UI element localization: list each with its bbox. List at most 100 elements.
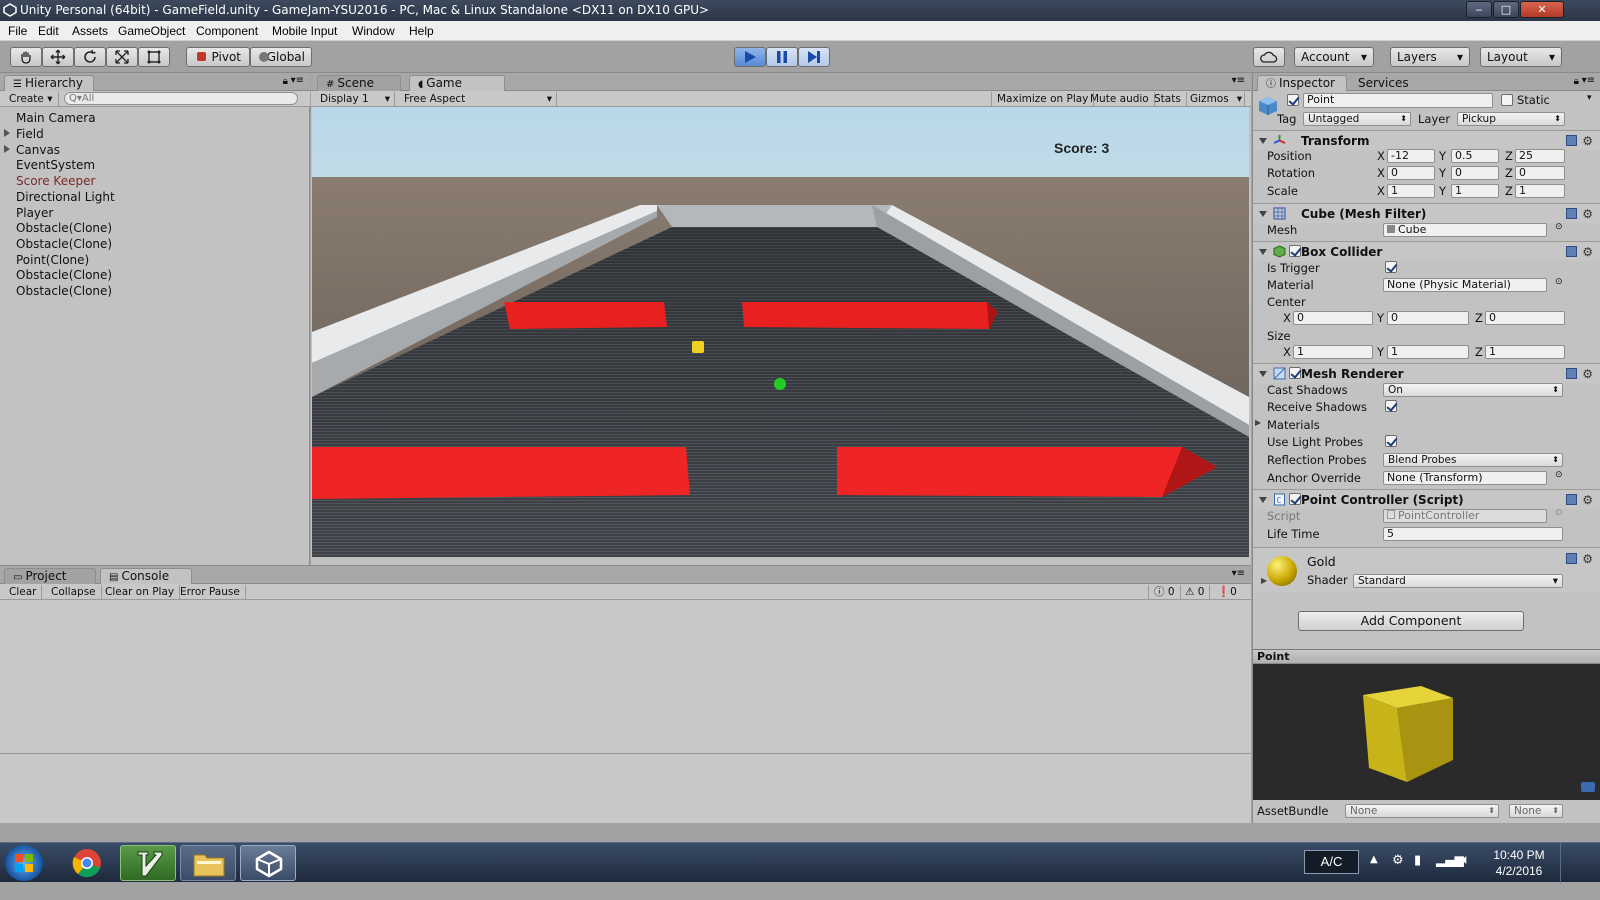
layers-dropdown[interactable]: Layers ▾ (1390, 47, 1470, 67)
help-book-icon[interactable] (1566, 368, 1577, 379)
gear-icon[interactable]: ⚙ (1582, 134, 1593, 148)
menu-window[interactable]: Window (352, 24, 395, 38)
layout-dropdown[interactable]: Layout ▾ (1480, 47, 1562, 67)
hierarchy-item-field[interactable]: Field (16, 127, 44, 141)
hierarchy-item-score-keeper[interactable]: Score Keeper (16, 174, 95, 188)
position-y-field[interactable]: 0.5 (1451, 149, 1499, 163)
power-icon[interactable]: ▮ (1414, 853, 1421, 868)
tab-inspector[interactable]: ⓘ Inspector (1257, 75, 1347, 91)
minimize-button[interactable]: ‒ (1466, 1, 1492, 18)
menu-help[interactable]: Help (409, 24, 434, 38)
hierarchy-item-point[interactable]: Point(Clone) (16, 253, 89, 267)
taskbar-chrome[interactable] (60, 845, 116, 881)
show-hidden-icons[interactable]: ▲ (1370, 854, 1378, 865)
gear-icon[interactable]: ⚙ (1582, 245, 1593, 259)
box-collider-enabled-checkbox[interactable] (1289, 245, 1301, 257)
cast-shadows-dropdown[interactable]: On ⬍ (1383, 383, 1563, 397)
maximize-on-play-toggle[interactable]: Maximize on Play (991, 92, 1095, 106)
is-trigger-checkbox[interactable] (1385, 261, 1397, 273)
center-y-field[interactable]: 0 (1387, 311, 1469, 325)
tab-hierarchy[interactable]: ☰ Hierarchy (4, 75, 94, 91)
transform-header[interactable]: Transform ⚙ (1253, 130, 1600, 150)
game-viewport[interactable]: Score: 3 (312, 107, 1249, 557)
play-button[interactable] (734, 47, 766, 67)
object-picker-icon[interactable]: ⊙ (1555, 222, 1563, 232)
object-picker-icon[interactable]: ⊙ (1555, 470, 1563, 480)
gear-icon[interactable]: ⚙ (1582, 552, 1593, 566)
rotation-x-field[interactable]: 0 (1387, 166, 1435, 180)
hierarchy-item-canvas[interactable]: Canvas (16, 143, 60, 157)
error-filter-toggle[interactable]: ❗0 (1212, 585, 1242, 599)
start-button[interactable] (5, 845, 43, 881)
rotation-z-field[interactable]: 0 (1515, 166, 1565, 180)
mesh-field[interactable]: Cube (1383, 223, 1547, 237)
scale-x-field[interactable]: 1 (1387, 184, 1435, 198)
help-book-icon[interactable] (1566, 553, 1577, 564)
life-time-field[interactable]: 5 (1383, 527, 1563, 541)
clear-on-play-toggle[interactable]: Clear on Play (100, 585, 181, 599)
help-book-icon[interactable] (1566, 494, 1577, 505)
collapse-triangle-icon[interactable] (1259, 249, 1267, 255)
chevron-down-icon[interactable]: ▾ (1587, 93, 1592, 103)
console-log-area[interactable] (0, 600, 1251, 754)
menu-mobile-input[interactable]: Mobile Input (272, 24, 337, 38)
expand-arrow-icon[interactable]: ▶ (1261, 576, 1267, 585)
point-controller-header[interactable]: C Point Controller (Script) ⚙ (1253, 489, 1600, 509)
mesh-filter-header[interactable]: Cube (Mesh Filter) ⚙ (1253, 203, 1600, 223)
point-controller-enabled-checkbox[interactable] (1289, 493, 1301, 505)
help-book-icon[interactable] (1566, 208, 1577, 219)
static-checkbox[interactable] (1501, 94, 1513, 106)
clock[interactable]: 10:40 PM 4/2/2016 (1486, 847, 1552, 879)
taskbar-vim[interactable] (120, 845, 176, 881)
collapse-toggle[interactable]: Collapse (46, 585, 102, 599)
pause-button[interactable] (766, 47, 798, 67)
help-book-icon[interactable] (1566, 135, 1577, 146)
gear-icon[interactable]: ⚙ (1582, 493, 1593, 507)
tag-dropdown[interactable]: Untagged ⬍ (1303, 112, 1411, 126)
lock-icon[interactable]: 🔒︎ (1574, 76, 1579, 87)
rotate-tool-button[interactable] (74, 47, 106, 67)
stats-toggle[interactable]: Stats (1149, 92, 1187, 106)
hand-tool-button[interactable] (10, 47, 42, 67)
box-collider-header[interactable]: Box Collider ⚙ (1253, 241, 1600, 261)
tab-project[interactable]: ▭ Project (4, 568, 96, 584)
warning-filter-toggle[interactable]: ⚠ 0 (1180, 585, 1211, 599)
hierarchy-item-directional-light[interactable]: Directional Light (16, 190, 115, 204)
panel-menu-icon[interactable]: ▾≡ (1232, 75, 1245, 86)
scale-z-field[interactable]: 1 (1515, 184, 1565, 198)
size-z-field[interactable]: 1 (1485, 345, 1565, 359)
gizmos-dropdown[interactable]: Gizmos ▾ (1185, 92, 1245, 106)
menu-assets[interactable]: Assets (72, 24, 108, 38)
move-tool-button[interactable] (42, 47, 74, 67)
tab-services[interactable]: Services (1349, 75, 1429, 91)
menu-edit[interactable]: Edit (38, 24, 59, 38)
position-x-field[interactable]: -12 (1387, 149, 1435, 163)
object-picker-icon[interactable]: ⊙ (1555, 277, 1563, 287)
expand-arrow-icon[interactable] (4, 129, 10, 137)
lock-icon[interactable]: 🔒︎ (283, 76, 288, 87)
gear-icon[interactable]: ⚙ (1582, 367, 1593, 381)
hierarchy-item-obstacle[interactable]: Obstacle(Clone) (16, 221, 112, 235)
hierarchy-item-obstacle[interactable]: Obstacle(Clone) (16, 284, 112, 298)
step-button[interactable] (798, 47, 830, 67)
show-desktop-button[interactable] (1560, 843, 1600, 883)
size-x-field[interactable]: 1 (1293, 345, 1373, 359)
volume-icon[interactable]: 🔈︎ (1462, 852, 1470, 868)
object-name-field[interactable]: Point (1303, 93, 1493, 108)
mesh-renderer-enabled-checkbox[interactable] (1289, 367, 1301, 379)
panel-menu-icon[interactable]: ▾≡ (1582, 75, 1595, 86)
console-detail-area[interactable] (0, 754, 1251, 824)
hierarchy-item-player[interactable]: Player (16, 206, 53, 220)
add-component-button[interactable]: Add Component (1298, 611, 1524, 631)
scale-y-field[interactable]: 1 (1451, 184, 1499, 198)
pivot-toggle[interactable]: Pivot (186, 47, 250, 67)
mute-audio-toggle[interactable]: Mute audio (1085, 92, 1155, 106)
taskbar-explorer[interactable] (180, 845, 236, 881)
panel-menu-icon[interactable]: ▾≡ (1232, 568, 1245, 579)
collapse-triangle-icon[interactable] (1259, 497, 1267, 503)
receive-shadows-checkbox[interactable] (1385, 400, 1397, 412)
active-checkbox[interactable] (1287, 94, 1299, 106)
maximize-button[interactable]: □ (1493, 1, 1519, 18)
layer-dropdown[interactable]: Pickup ⬍ (1457, 112, 1565, 126)
network-settings-icon[interactable]: ⚙ (1392, 853, 1404, 868)
